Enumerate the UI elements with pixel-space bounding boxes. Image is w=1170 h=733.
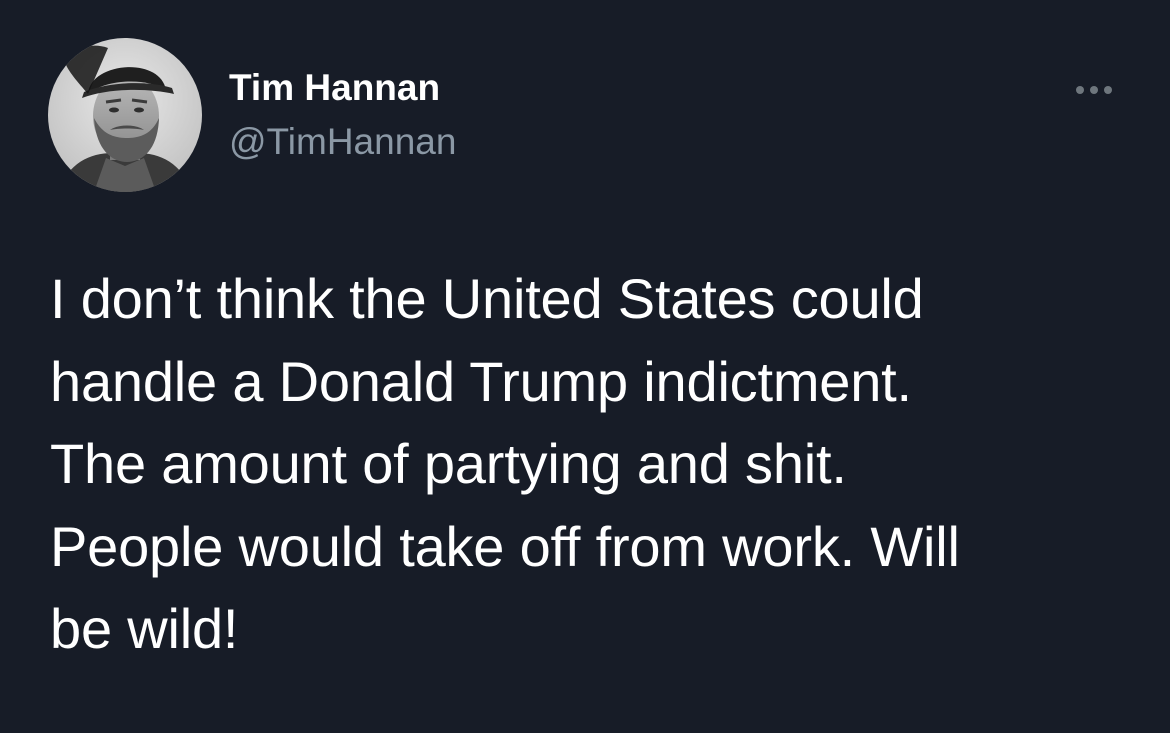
tweet-text-line: handle a Donald Trump indictment. xyxy=(50,349,912,413)
tweet-card: Tim Hannan @TimHannan I don’t think the … xyxy=(0,0,1170,733)
author-avatar[interactable] xyxy=(48,38,202,192)
tweet-text-line: People would take off from work. Will xyxy=(50,514,960,578)
tweet-text-line: be wild! xyxy=(50,597,239,660)
more-options-button[interactable] xyxy=(1066,70,1122,110)
tweet-text: I don’t think the United States could ha… xyxy=(50,258,1140,671)
more-horizontal-icon xyxy=(1076,86,1112,94)
user-avatar-photo-icon xyxy=(48,38,202,192)
author-handle[interactable]: @TimHannan xyxy=(229,120,456,164)
author-display-name[interactable]: Tim Hannan xyxy=(229,66,440,110)
tweet-text-line: I don’t think the United States could xyxy=(50,267,924,330)
tweet-text-line: The amount of partying and shit. xyxy=(50,432,847,495)
